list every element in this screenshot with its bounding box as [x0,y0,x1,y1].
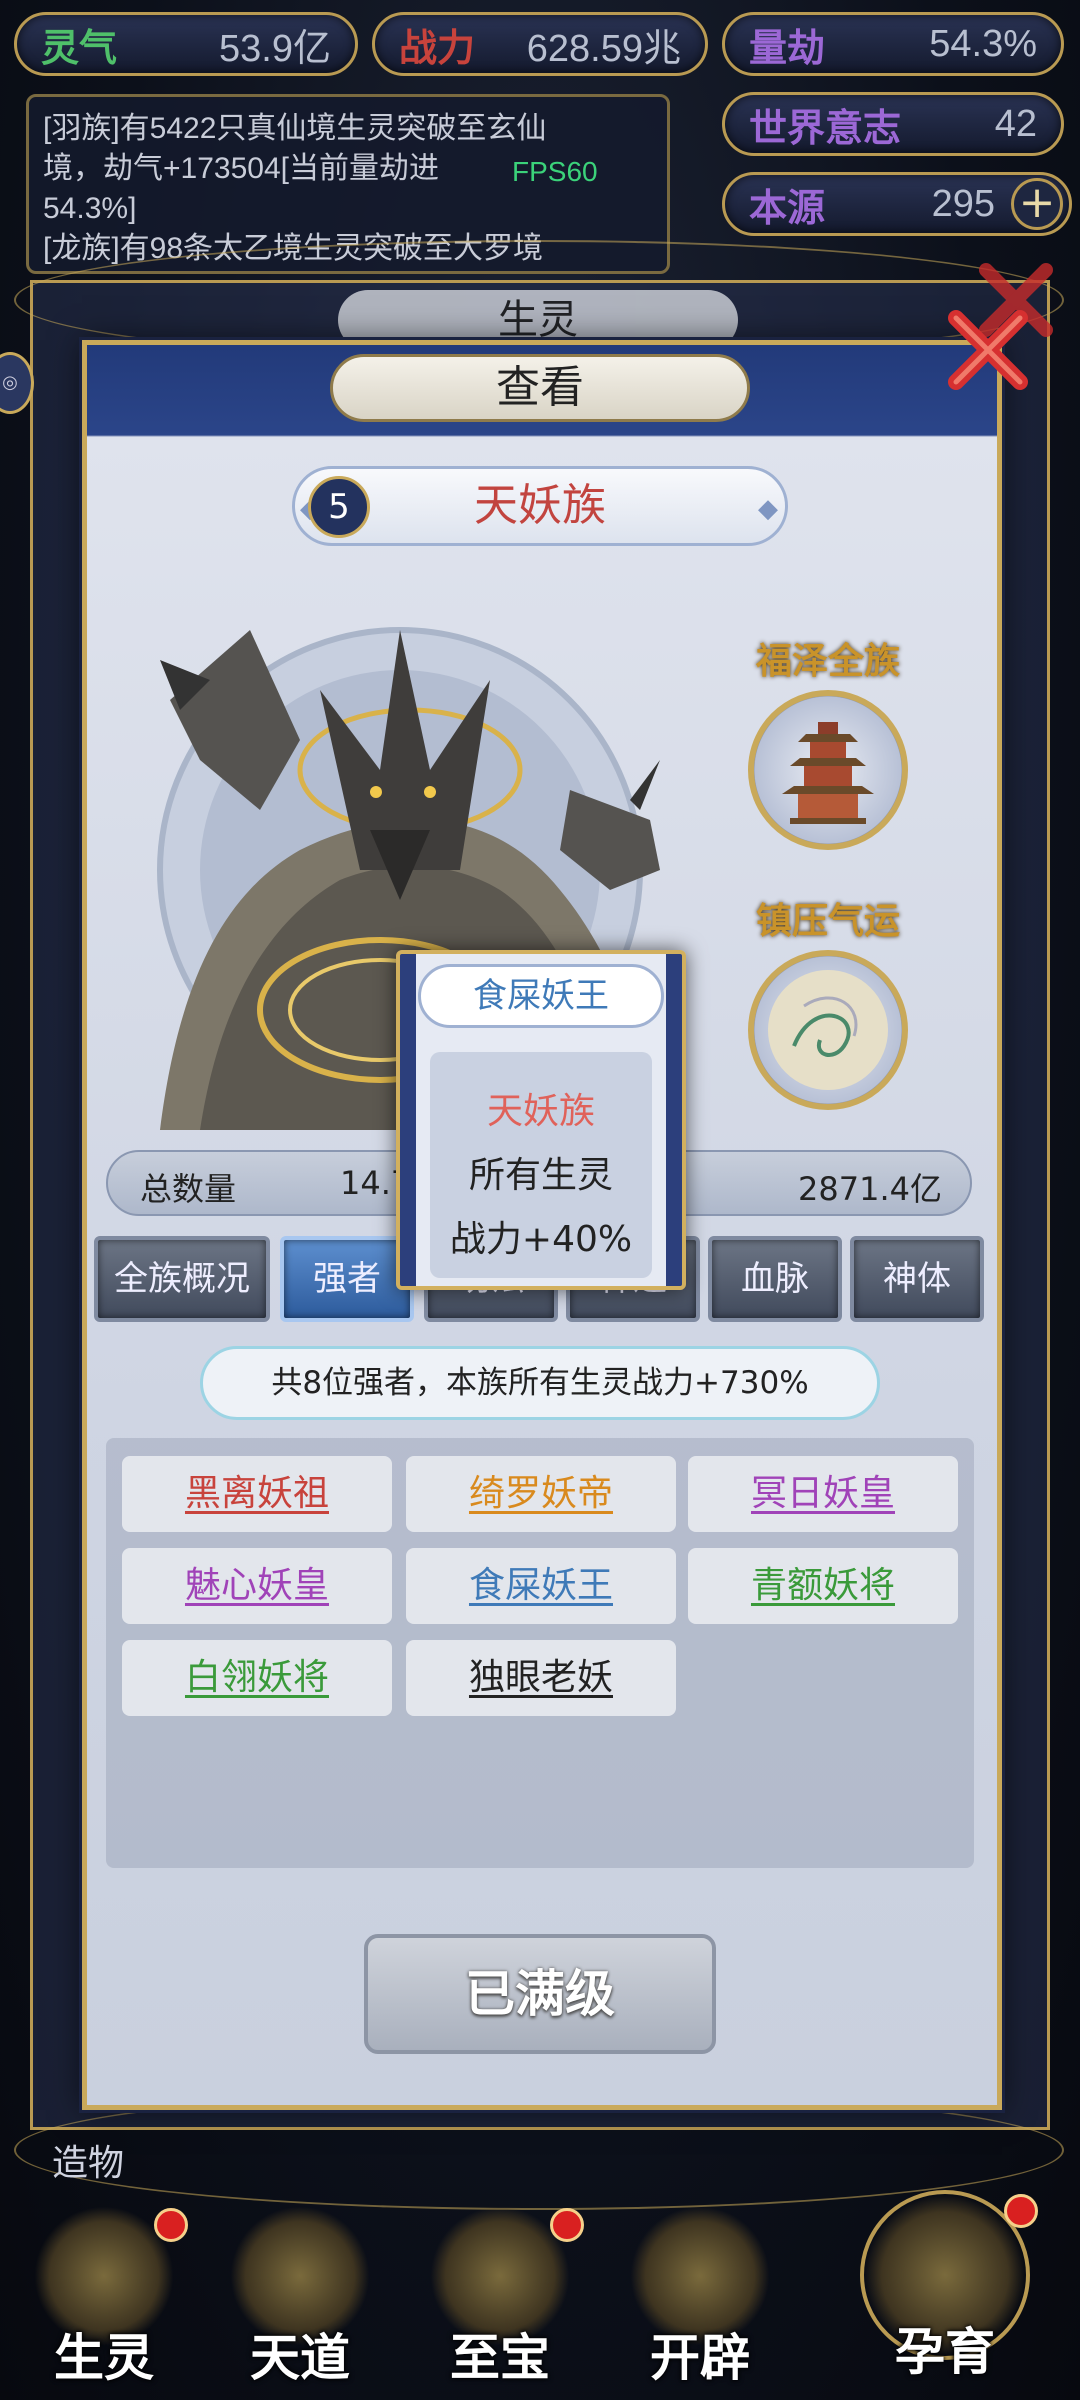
log-line: [羽族]有5422只真仙境生灵突破至玄仙 [43,112,547,145]
nav-creation[interactable]: 开辟 [600,2196,800,2396]
world-will-label: 世界意志 [749,104,902,150]
total-count-label: 总数量 [140,1170,237,1208]
lingqi-value: 53.9亿 [219,27,331,70]
hero-chip[interactable]: 青额妖将 [688,1548,958,1624]
race-name: 天妖族 [474,480,606,531]
liangjie-resource: 量劫 54.3% [722,12,1064,76]
badge-fortune-label: 福泽全族 [755,640,900,682]
tab-bloodline[interactable]: 血脉 [708,1236,842,1322]
benyuan-label: 本源 [749,184,826,230]
nav-label: 开辟 [650,2328,750,2387]
zhanli-value: 628.59兆 [526,27,681,70]
race-next-icon[interactable]: ◆ [758,494,778,524]
nav-creatures[interactable]: 生灵 [4,2196,204,2396]
zhanli-label: 战力 [399,24,476,70]
hero-chip[interactable]: 食屎妖王 [406,1548,676,1624]
nav-label: 孕育 [895,2322,995,2381]
strongmen-summary: 共8位强者，本族所有生灵战力+730% [200,1346,880,1420]
tab-strongmen[interactable]: 强者 [280,1236,414,1322]
max-level-button[interactable]: 已满级 [364,1934,716,2054]
modal-title: 查看 [330,354,750,422]
hero-chip[interactable]: 独眼老妖 [406,1640,676,1716]
tooltip-title: 食屎妖王 [418,964,664,1028]
total-power-value: 2871.4亿 [798,1170,942,1208]
nav-heavenly-way[interactable]: 天道 [200,2196,400,2396]
nav-label: 至宝 [450,2328,550,2387]
side-menu-icon[interactable]: ◎ [0,352,34,414]
add-benyuan-button[interactable]: + [1011,178,1063,230]
tab-divine-body[interactable]: 神体 [850,1236,984,1322]
hero-chip[interactable]: 白翎妖将 [122,1640,392,1716]
nav-label: 生灵 [54,2328,154,2387]
pagoda-glyph [782,722,874,824]
benyuan-value: 295 [931,182,995,225]
hero-chip[interactable]: 绮罗妖帝 [406,1456,676,1532]
race-level-badge: 5 [308,476,370,538]
lingqi-resource: 灵气 53.9亿 [14,12,358,76]
badge-suppress-label: 镇压气运 [755,900,900,942]
notification-dot [154,2208,188,2242]
swirl-glyph [768,970,888,1090]
log-line: 54.3%] [43,192,137,225]
nav-nurture[interactable]: 孕育 [820,2180,1070,2390]
tooltip-bonus: 战力+40% [449,1219,633,1260]
hero-chip[interactable]: 冥日妖皇 [688,1456,958,1532]
zhanli-resource: 战力 628.59兆 [372,12,708,76]
tooltip-line: 所有生灵 [468,1155,613,1196]
hero-chip[interactable]: 黑离妖祖 [122,1456,392,1532]
world-will-resource: 世界意志 42 [722,92,1064,156]
notification-dot [550,2208,584,2242]
tab-overview[interactable]: 全族概况 [94,1236,270,1322]
lingqi-label: 灵气 [41,24,118,70]
liangjie-label: 量劫 [749,24,826,70]
notification-dot [1004,2194,1038,2228]
benyuan-resource: 本源 295 + [722,172,1072,236]
pagoda-icon[interactable] [748,690,908,850]
qi-swirl-icon[interactable] [748,950,908,1110]
world-will-value: 42 [994,102,1037,145]
fps-counter: FPS60 [512,156,598,187]
nav-label: 天道 [250,2328,350,2387]
hero-chip[interactable]: 魅心妖皇 [122,1548,392,1624]
liangjie-value: 54.3% [929,22,1037,65]
nav-treasures[interactable]: 至宝 [400,2196,600,2396]
creation-label[interactable]: 造物 [52,2134,124,2186]
tooltip-race: 天妖族 [486,1091,595,1132]
close-button[interactable] [938,300,1038,400]
